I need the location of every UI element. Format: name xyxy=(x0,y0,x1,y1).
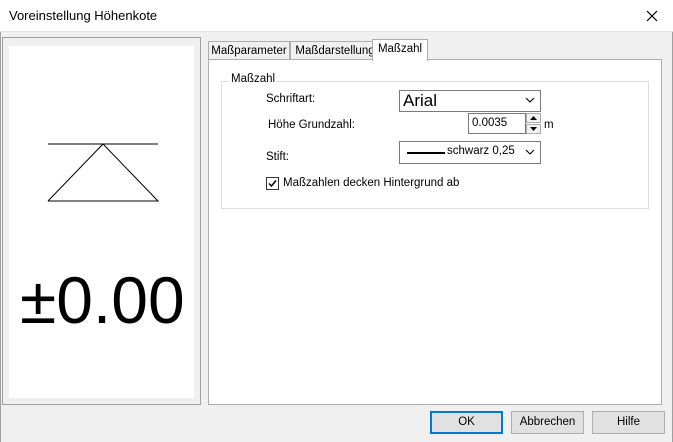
elevation-triangle-symbol xyxy=(47,143,160,202)
elevation-preview-text: ±0.00 xyxy=(20,263,185,337)
background-checkbox-label[interactable]: Maßzahlen decken Hintergrund ab xyxy=(283,177,459,189)
stepper-down-button[interactable] xyxy=(526,124,541,134)
groupbox-legend: Maßzahl xyxy=(229,73,278,85)
preview-pane: ±0.00 xyxy=(2,37,201,405)
height-label: Höhe Grundzahl: xyxy=(268,119,355,131)
tab-massparameter[interactable]: Maßparameter xyxy=(208,41,290,60)
font-select-value: Arial xyxy=(403,91,438,110)
tab-masszahl[interactable]: Maßzahl xyxy=(372,39,428,61)
background-checkbox[interactable] xyxy=(266,177,279,190)
help-button[interactable]: Hilfe xyxy=(592,411,665,434)
chevron-down-icon xyxy=(525,149,535,155)
height-input[interactable]: 0.0035 xyxy=(468,113,526,134)
preview-canvas xyxy=(9,46,194,398)
close-button[interactable] xyxy=(631,0,673,31)
tab-massdarstellung[interactable]: Maßdarstellung xyxy=(290,41,380,60)
chevron-down-icon xyxy=(525,97,535,103)
title-bar: Voreinstellung Höhenkote xyxy=(0,0,673,32)
masszahl-groupbox: Maßzahl Schriftart: Arial Höhe Grundzahl… xyxy=(221,73,649,209)
font-select[interactable]: Arial xyxy=(399,90,541,112)
pen-line-sample xyxy=(407,152,445,154)
font-label: Schriftart: xyxy=(266,93,316,105)
arrow-down-icon xyxy=(530,127,537,131)
close-icon xyxy=(646,10,658,21)
pen-select-value: schwarz 0,25 xyxy=(447,145,515,157)
ok-button[interactable]: OK xyxy=(430,411,503,434)
height-stepper[interactable] xyxy=(526,113,541,134)
arrow-up-icon xyxy=(530,116,537,120)
pen-select[interactable]: schwarz 0,25 xyxy=(399,141,541,164)
tab-panel-masszahl: Maßzahl Schriftart: Arial Höhe Grundzahl… xyxy=(208,59,662,405)
height-unit: m xyxy=(544,119,554,131)
stepper-up-button[interactable] xyxy=(526,113,541,123)
checkmark-icon xyxy=(268,180,277,188)
window-title: Voreinstellung Höhenkote xyxy=(9,8,158,23)
cancel-button[interactable]: Abbrechen xyxy=(511,411,584,434)
pen-label: Stift: xyxy=(266,151,290,163)
